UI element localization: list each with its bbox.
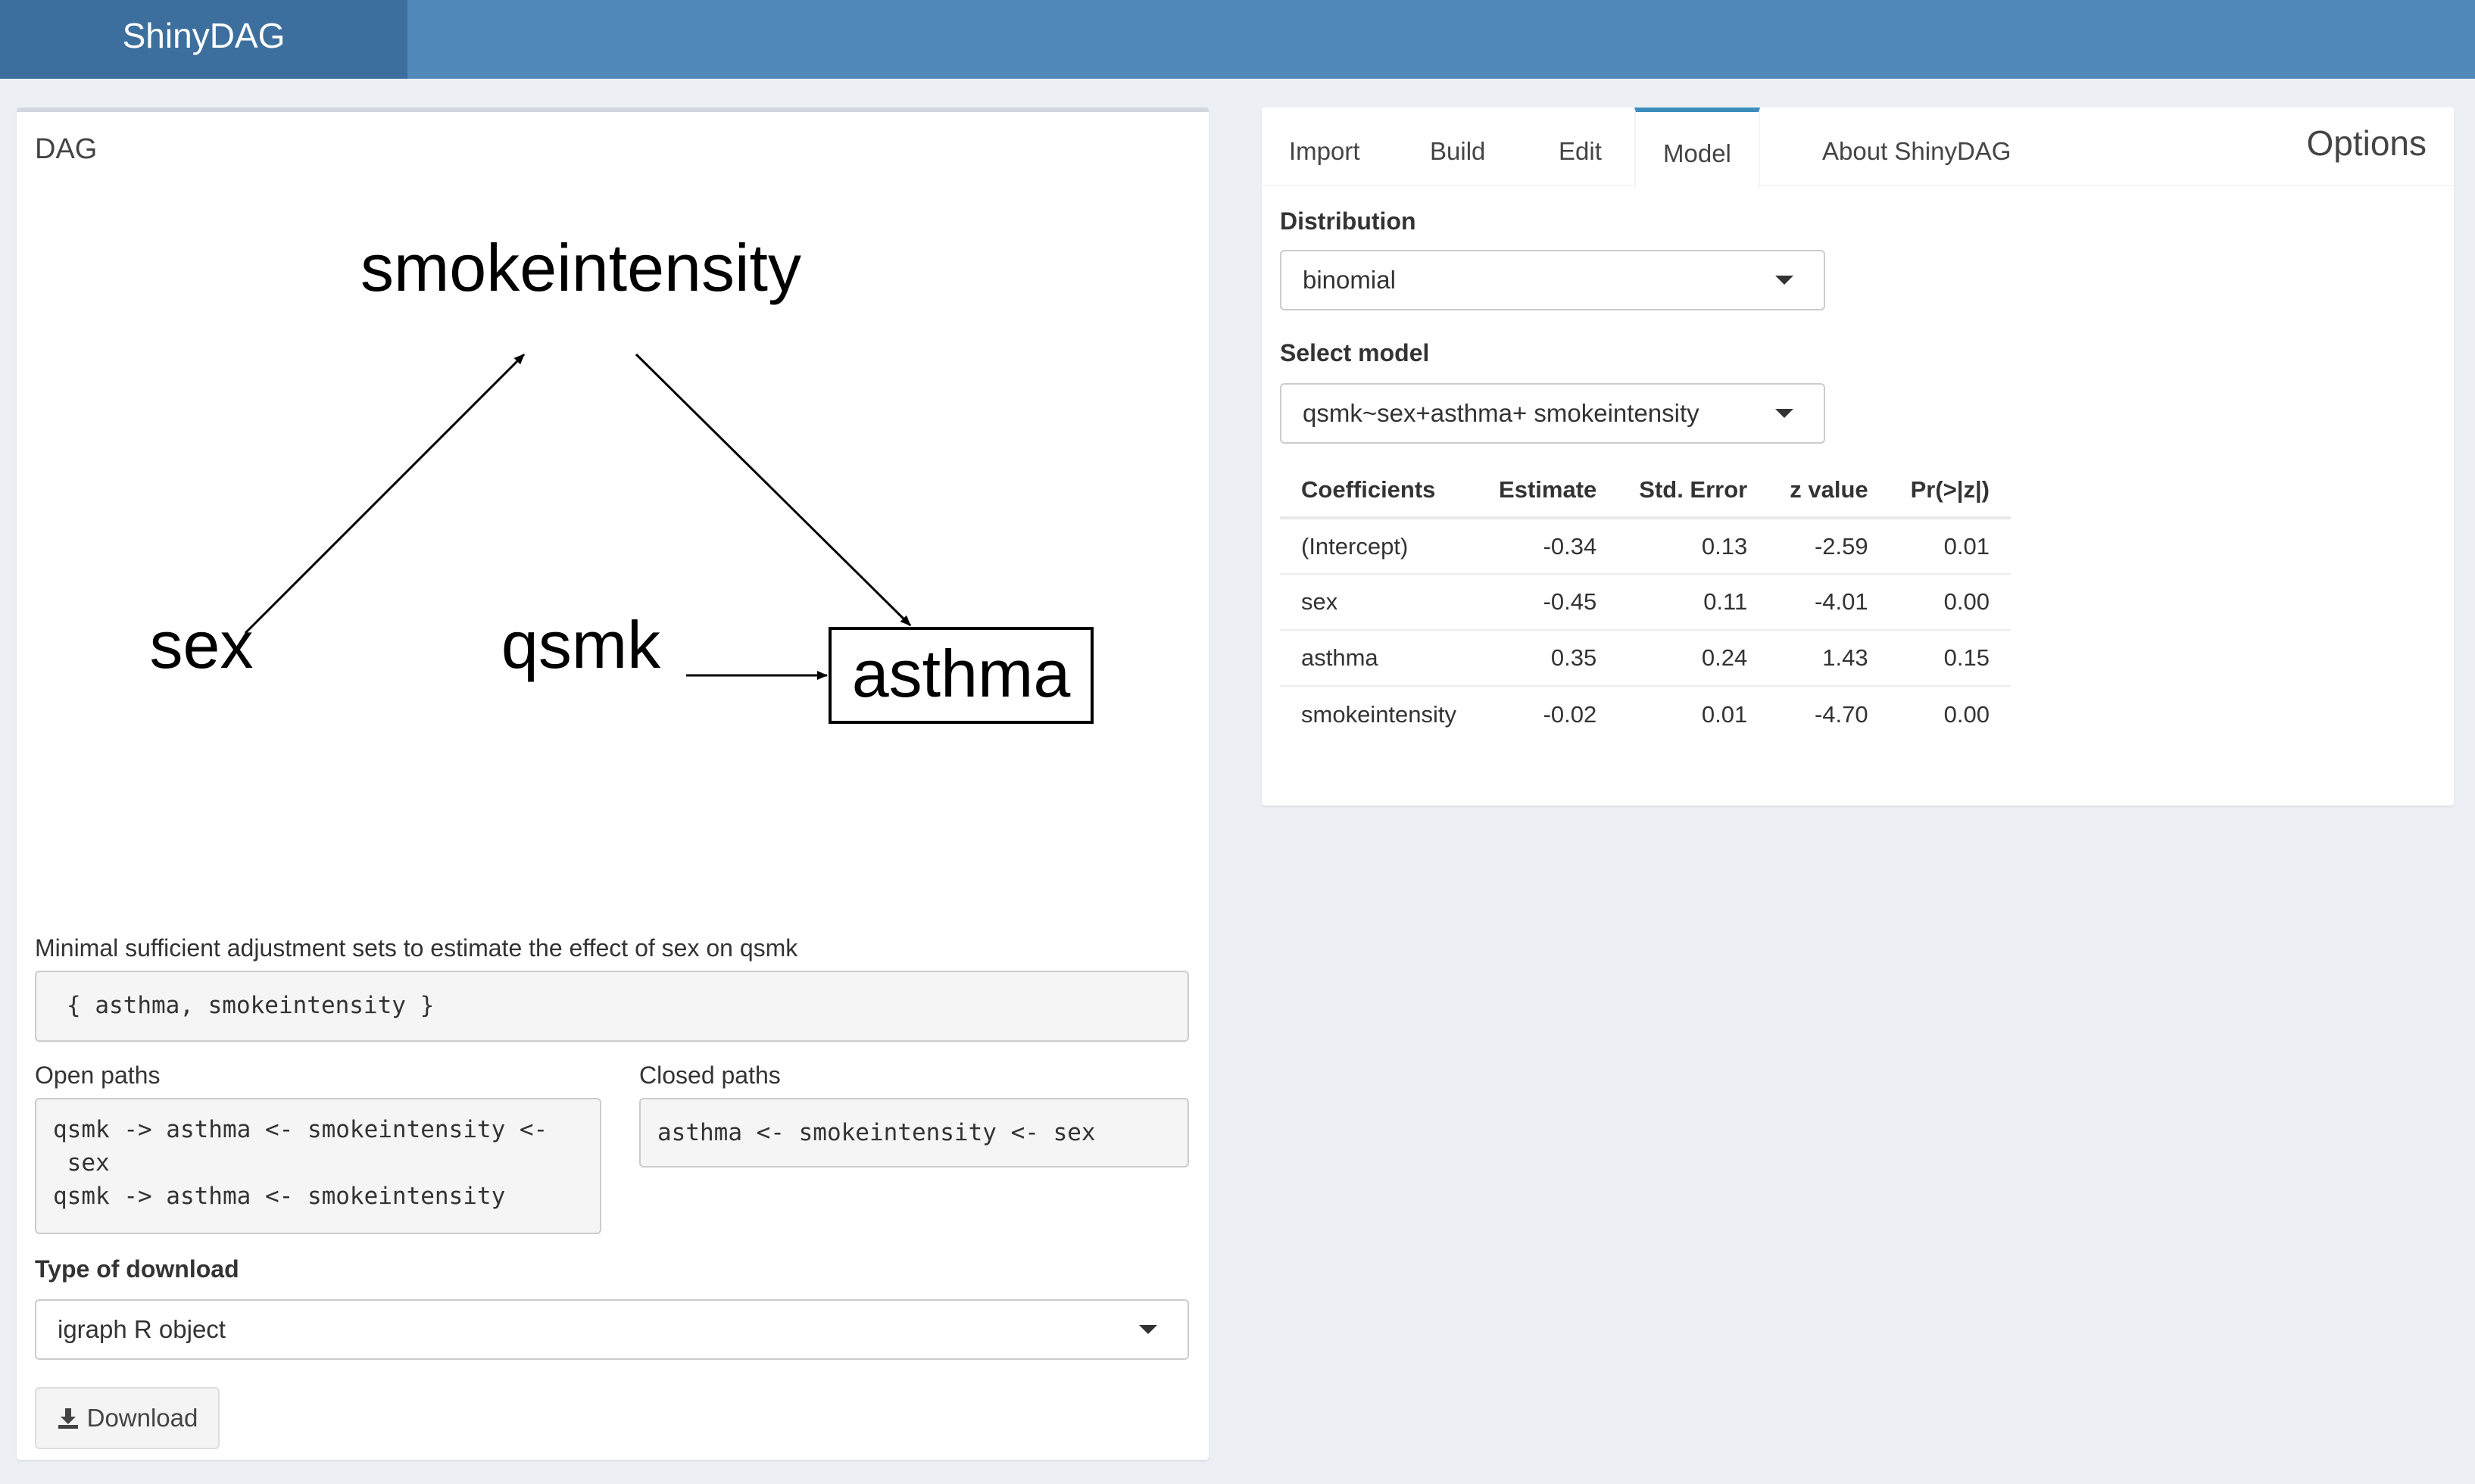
closed-paths-output: asthma <- smokeintensity <- sex: [639, 1098, 1189, 1168]
download-type-select[interactable]: igraph R object: [35, 1299, 1189, 1360]
table-cell: smokeintensity: [1301, 700, 1457, 728]
adjustment-set-output: { asthma, smokeintensity }: [35, 971, 1189, 1042]
column-header: Coefficients: [1280, 463, 1478, 519]
dag-node-asthma[interactable]: asthma: [852, 636, 1071, 711]
distribution-value: binomial: [1303, 266, 1396, 294]
edge-smokeintensity-asthma: [635, 353, 912, 627]
distribution-select[interactable]: binomial: [1280, 250, 1825, 310]
dag-node-smokeintensity[interactable]: smokeintensity: [360, 230, 801, 305]
table-cell: 0.35: [1478, 630, 1618, 687]
chevron-down-icon: [1139, 1325, 1157, 1334]
options-tabs: Import Build Edit Model About ShinyDAG O…: [1262, 108, 2454, 188]
table-row: asthma 0.35 0.24 1.43 0.15: [1280, 630, 2011, 687]
download-button-label: Download: [86, 1404, 198, 1432]
download-icon: [58, 1408, 78, 1429]
table-cell: asthma: [1280, 630, 1478, 687]
download-button[interactable]: Download: [35, 1387, 220, 1449]
options-panel: Import Build Edit Model About ShinyDAG O…: [1262, 108, 2454, 806]
table-cell: -4.01: [1768, 574, 1890, 631]
column-header: Estimate: [1478, 463, 1618, 519]
tab-build[interactable]: Build: [1403, 108, 1512, 186]
download-type-label: Type of download: [35, 1255, 239, 1283]
table-cell: 0.01: [1889, 518, 2011, 575]
app-logo[interactable]: ShinyDAG: [0, 0, 407, 79]
model-label: Select model: [1280, 339, 1430, 366]
table-cell: 0.13: [1618, 518, 1769, 575]
table-row: (Intercept) -0.34 0.13 -2.59 0.01: [1280, 518, 2011, 575]
table-header-row: Coefficients Estimate Std. Error z value…: [1280, 463, 2011, 519]
table-cell: sex: [1280, 574, 1478, 631]
table-cell: 0.00: [1943, 700, 1990, 728]
chevron-down-icon: [1775, 409, 1793, 418]
edge-sex-smokeintensity: [244, 353, 526, 634]
dag-panel-title: DAG: [35, 133, 98, 165]
table-cell: -0.34: [1478, 518, 1618, 575]
table-cell: -2.59: [1768, 518, 1890, 575]
adjustment-set-label: Minimal sufficient adjustment sets to es…: [35, 934, 798, 962]
table-cell: -4.70: [1814, 700, 1868, 728]
open-paths-label: Open paths: [35, 1062, 161, 1089]
table-cell: 0.00: [1889, 574, 2011, 631]
coefficients-table: Coefficients Estimate Std. Error z value…: [1280, 463, 2011, 742]
table-cell: (Intercept): [1280, 518, 1478, 575]
table-cell: -0.02: [1543, 700, 1597, 728]
tab-edit[interactable]: Edit: [1531, 108, 1629, 186]
table-cell: 1.43: [1768, 630, 1890, 687]
column-header: z value: [1768, 463, 1890, 519]
options-panel-title: Options: [2306, 123, 2427, 163]
model-value: qsmk~sex+asthma+ smokeintensity: [1303, 399, 1699, 427]
top-header: ShinyDAG: [0, 0, 2475, 79]
table-row: sex -0.45 0.11 -4.01 0.00: [1280, 574, 2011, 631]
download-type-value: igraph R object: [58, 1315, 226, 1343]
dag-graph: smokeintensity sex qsmk asthma: [150, 230, 1094, 724]
table-cell: 0.15: [1889, 630, 2011, 687]
tab-model[interactable]: Model: [1634, 108, 1760, 188]
table-row: smokeintensity -0.02 0.01 -4.70 0.00: [1280, 686, 2011, 742]
distribution-label: Distribution: [1280, 207, 1416, 235]
chevron-down-icon: [1775, 276, 1793, 285]
table-cell: 0.24: [1618, 630, 1769, 687]
dag-panel: DAG smokeintensity sex qsmk asthma Minim…: [17, 108, 1209, 1460]
dag-node-sex[interactable]: sex: [150, 607, 254, 682]
tab-import[interactable]: Import: [1262, 108, 1387, 186]
tab-about[interactable]: About ShinyDAG: [1795, 108, 2038, 186]
column-header: Pr(>|z|): [1889, 463, 2011, 519]
column-header: Std. Error: [1618, 463, 1769, 519]
dag-node-qsmk[interactable]: qsmk: [501, 607, 661, 682]
model-select[interactable]: qsmk~sex+asthma+ smokeintensity: [1280, 383, 1825, 444]
table-cell: 0.11: [1618, 574, 1769, 631]
open-paths-output: qsmk -> asthma <- smokeintensity <- sex …: [35, 1098, 601, 1234]
table-cell: -0.45: [1478, 574, 1618, 631]
closed-paths-label: Closed paths: [639, 1062, 781, 1089]
table-cell: 0.01: [1701, 700, 1748, 728]
